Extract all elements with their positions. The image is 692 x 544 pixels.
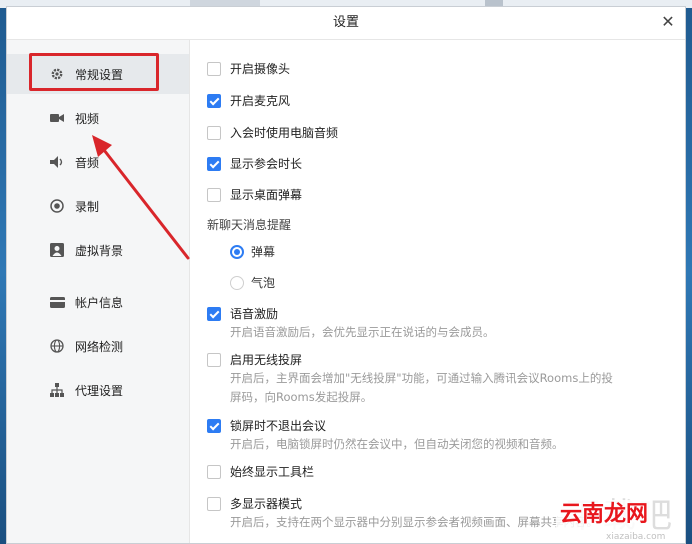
general-settings-panel: 开启摄像头 开启麦克风 入会时使用电脑音频 显示参会时长 显示桌面弹幕 新聊天消… bbox=[190, 40, 685, 543]
sidebar-item-video[interactable]: 视频 bbox=[7, 98, 189, 138]
open-mic-label: 开启麦克风 bbox=[230, 94, 291, 108]
setting-always-toolbar[interactable]: 始终显示工具栏 bbox=[207, 463, 314, 480]
setting-voice-motivation[interactable]: 语音激励 bbox=[207, 305, 278, 322]
person-background-icon bbox=[49, 242, 65, 258]
use-pc-audio-label: 入会时使用电脑音频 bbox=[230, 126, 339, 140]
sidebar-item-label: 音频 bbox=[75, 155, 100, 170]
watermark-url: xiazaiba.com bbox=[606, 532, 666, 542]
watermark-logo: 云南龙网 bbox=[556, 500, 653, 530]
sidebar-item-proxy[interactable]: 代理设置 bbox=[7, 370, 189, 410]
sidebar-item-network-check[interactable]: 网络检测 bbox=[7, 326, 189, 366]
sidebar-item-label: 代理设置 bbox=[75, 383, 124, 398]
danmaku-radio[interactable] bbox=[230, 244, 244, 259]
chat-reminder-label: 新聊天消息提醒 bbox=[207, 218, 292, 232]
sidebar-item-label: 网络检测 bbox=[75, 339, 124, 354]
wireless-projection-label: 启用无线投屏 bbox=[230, 353, 303, 367]
sidebar-item-label: 视频 bbox=[75, 111, 100, 126]
voice-motivation-checkbox[interactable] bbox=[207, 306, 221, 321]
video-camera-icon bbox=[49, 110, 65, 126]
sidebar-item-virtual-background[interactable]: 虚拟背景 bbox=[7, 230, 189, 270]
bubble-label: 气泡 bbox=[251, 276, 276, 290]
sidebar-item-record[interactable]: 录制 bbox=[7, 186, 189, 226]
sidebar-item-account[interactable]: 帐户信息 bbox=[7, 282, 189, 322]
globe-icon bbox=[49, 338, 65, 354]
title-bar: 设置 ✕ bbox=[7, 7, 685, 40]
sidebar-item-label: 录制 bbox=[75, 199, 100, 214]
lock-screen-label: 锁屏时不退出会议 bbox=[230, 419, 327, 433]
speaker-icon bbox=[49, 154, 65, 170]
bubble-radio[interactable] bbox=[230, 275, 244, 290]
multi-display-label: 多显示器模式 bbox=[230, 497, 303, 511]
open-mic-checkbox[interactable] bbox=[207, 93, 221, 108]
show-desktop-popup-checkbox[interactable] bbox=[207, 187, 221, 202]
sidebar-item-label: 虚拟背景 bbox=[75, 243, 124, 258]
setting-lock-screen[interactable]: 锁屏时不退出会议 bbox=[207, 417, 326, 434]
show-desktop-popup-label: 显示桌面弹幕 bbox=[230, 188, 303, 202]
settings-dialog: 设置 ✕ 常规设置 视频 音频 录制 虚拟背景 帐户信息 网络检测 代理设置 开… bbox=[6, 6, 686, 544]
show-duration-label: 显示参会时长 bbox=[230, 157, 303, 171]
lock-screen-checkbox[interactable] bbox=[207, 418, 221, 433]
always-toolbar-checkbox[interactable] bbox=[207, 464, 221, 479]
setting-open-camera[interactable]: 开启摄像头 bbox=[207, 60, 290, 77]
multi-display-desc: 开启后，支持在两个显示器中分别显示参会者视频画面、屏幕共享内容。 bbox=[230, 515, 598, 529]
voice-motivation-desc: 开启语音激励后，会优先显示正在说话的与会成员。 bbox=[230, 325, 495, 339]
setting-wireless-projection[interactable]: 启用无线投屏 bbox=[207, 351, 302, 368]
wireless-projection-checkbox[interactable] bbox=[207, 352, 221, 367]
sidebar-item-general[interactable]: 常规设置 bbox=[7, 54, 189, 94]
sidebar-item-label: 常规设置 bbox=[75, 67, 124, 82]
danmaku-label: 弹幕 bbox=[251, 245, 276, 259]
gear-icon bbox=[49, 66, 65, 82]
multi-display-checkbox[interactable] bbox=[207, 496, 221, 511]
dialog-title: 设置 bbox=[332, 15, 359, 30]
show-duration-checkbox[interactable] bbox=[207, 156, 221, 171]
open-camera-label: 开启摄像头 bbox=[230, 62, 291, 76]
radio-option-bubble[interactable]: 气泡 bbox=[230, 274, 275, 291]
setting-show-duration[interactable]: 显示参会时长 bbox=[207, 155, 302, 172]
record-icon bbox=[49, 198, 65, 214]
setting-show-desktop-popup[interactable]: 显示桌面弹幕 bbox=[207, 186, 302, 203]
network-icon bbox=[49, 382, 65, 398]
voice-motivation-label: 语音激励 bbox=[230, 307, 279, 321]
wireless-projection-desc: 开启后，主界面会增加"无线投屏"功能，可通过输入腾讯会议Rooms上的投屏码，向… bbox=[230, 371, 613, 404]
lock-screen-desc: 开启后，电脑锁屏时仍然在会议中，但自动关闭您的视频和音频。 bbox=[230, 437, 564, 451]
radio-option-danmaku[interactable]: 弹幕 bbox=[230, 243, 275, 260]
setting-multi-display[interactable]: 多显示器模式 bbox=[207, 495, 302, 512]
setting-open-mic[interactable]: 开启麦克风 bbox=[207, 92, 290, 109]
card-icon bbox=[49, 294, 65, 310]
sidebar-item-label: 帐户信息 bbox=[75, 295, 124, 310]
sidebar: 常规设置 视频 音频 录制 虚拟背景 帐户信息 网络检测 代理设置 bbox=[7, 40, 190, 543]
always-toolbar-label: 始终显示工具栏 bbox=[230, 465, 315, 479]
sidebar-item-audio[interactable]: 音频 bbox=[7, 142, 189, 182]
setting-use-pc-audio[interactable]: 入会时使用电脑音频 bbox=[207, 124, 338, 141]
use-pc-audio-checkbox[interactable] bbox=[207, 125, 221, 140]
open-camera-checkbox[interactable] bbox=[207, 61, 221, 76]
close-icon[interactable]: ✕ bbox=[657, 11, 679, 33]
